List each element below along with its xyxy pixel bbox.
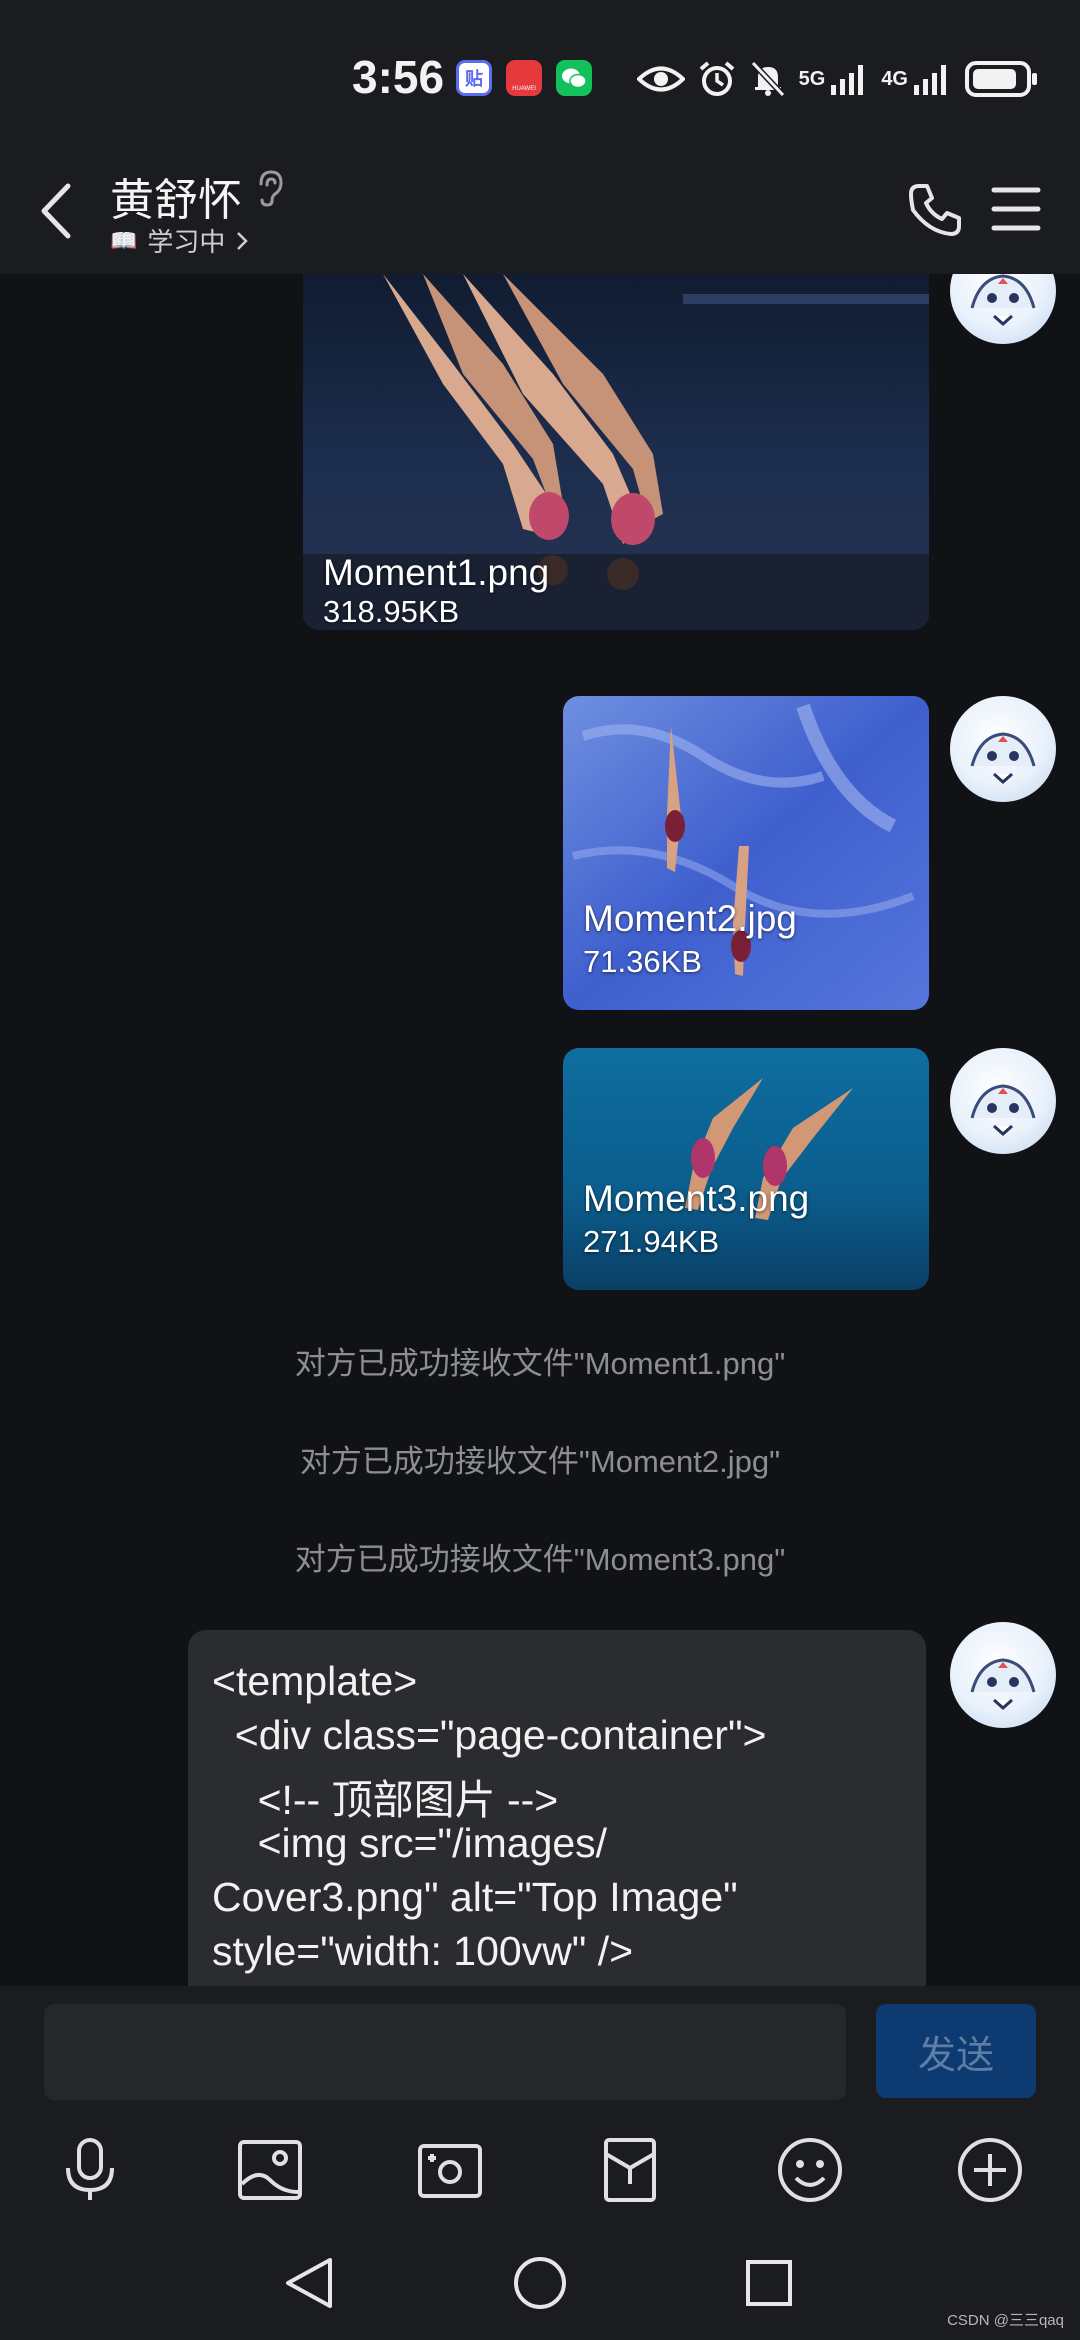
chat-messages[interactable]: Moment1.png 318.95KB Moment2.jpg 71.36KB [0,274,1080,1986]
avatar[interactable] [950,1048,1056,1154]
code-line: <img src="/images/ [212,1820,608,1866]
emoji-icon[interactable] [774,2134,846,2206]
send-button[interactable]: 发送 [876,2004,1036,2098]
camera-icon[interactable] [414,2134,486,2206]
message-input[interactable] [44,2004,846,2100]
phone-call-icon[interactable] [905,180,965,240]
battery-icon [965,61,1037,97]
avatar[interactable] [950,696,1056,802]
file-name: Moment3.png [583,1178,810,1219]
text-message-bubble[interactable]: <template> <div class="page-container"> … [188,1630,926,1986]
wechat-app-icon [556,60,592,96]
back-button[interactable] [30,176,90,246]
book-icon: 📖 [110,227,138,253]
huawei-app-icon: HUAWEI [506,60,542,96]
system-message: 对方已成功接收文件"Moment1.png" [294,1346,786,1381]
file-size: 271.94KB [583,1224,720,1259]
image-file-message[interactable]: Moment2.jpg 71.36KB [563,696,929,1010]
file-size: 318.95KB [323,594,460,629]
code-line: <div class="page-container"> [212,1712,767,1758]
image-file-message[interactable]: Moment1.png 318.95KB [303,274,929,630]
red-packet-icon[interactable] [594,2134,666,2206]
signal-5g-icon [831,65,864,95]
code-line: <template> [212,1658,418,1704]
network-5g-label: 5G [798,67,826,90]
network-4g-label: 4G [881,67,908,90]
system-message: 对方已成功接收文件"Moment3.png" [294,1542,786,1577]
contact-name[interactable]: 黄舒怀 [110,164,242,228]
microphone-icon[interactable] [54,2134,126,2206]
alarm-icon [699,61,734,96]
status-icons: 5G 4G [636,54,1040,104]
status-time: 3:56 [352,51,445,103]
plus-circle-icon[interactable] [954,2134,1026,2206]
contact-status[interactable]: 📖 学习中 [110,222,249,259]
nav-recents-icon[interactable] [742,2254,796,2312]
code-line: style="width: 100vw" /> [212,1928,634,1974]
contact-status-text: 学习中 [147,227,226,257]
tieba-app-icon: 贴 [456,60,492,96]
menu-icon[interactable] [990,182,1042,236]
input-bar: 发送 [0,1986,1080,2226]
eye-icon [636,66,685,92]
code-line: Cover3.png" alt="Top Image" [212,1874,738,1920]
file-name: Moment2.jpg [583,898,797,939]
signal-4g-icon [914,65,946,95]
file-size: 71.36KB [583,944,702,979]
nav-home-icon[interactable] [512,2254,568,2312]
ear-icon [259,170,283,207]
chevron-right-icon [237,231,249,250]
avatar[interactable] [950,1622,1056,1728]
mute-bell-icon [750,60,785,98]
image-gallery-icon[interactable] [234,2134,306,2206]
image-file-message[interactable]: Moment3.png 271.94KB [563,1048,929,1290]
code-line: <!-- 顶部图片 --> [212,1777,559,1823]
system-nav-bar: CSDN @三三qaq [0,2226,1080,2340]
watermark: CSDN @三三qaq [947,2312,1064,2329]
chevron-left-icon [41,183,71,239]
system-message: 对方已成功接收文件"Moment2.jpg" [299,1444,781,1479]
status-bar: 3:56 贴 HUAWEI 5G 4G [0,0,1080,150]
nav-back-icon[interactable] [282,2254,336,2312]
file-name: Moment1.png [323,552,550,593]
chat-header: 黄舒怀 📖 学习中 [0,150,1080,274]
avatar[interactable] [950,274,1056,344]
